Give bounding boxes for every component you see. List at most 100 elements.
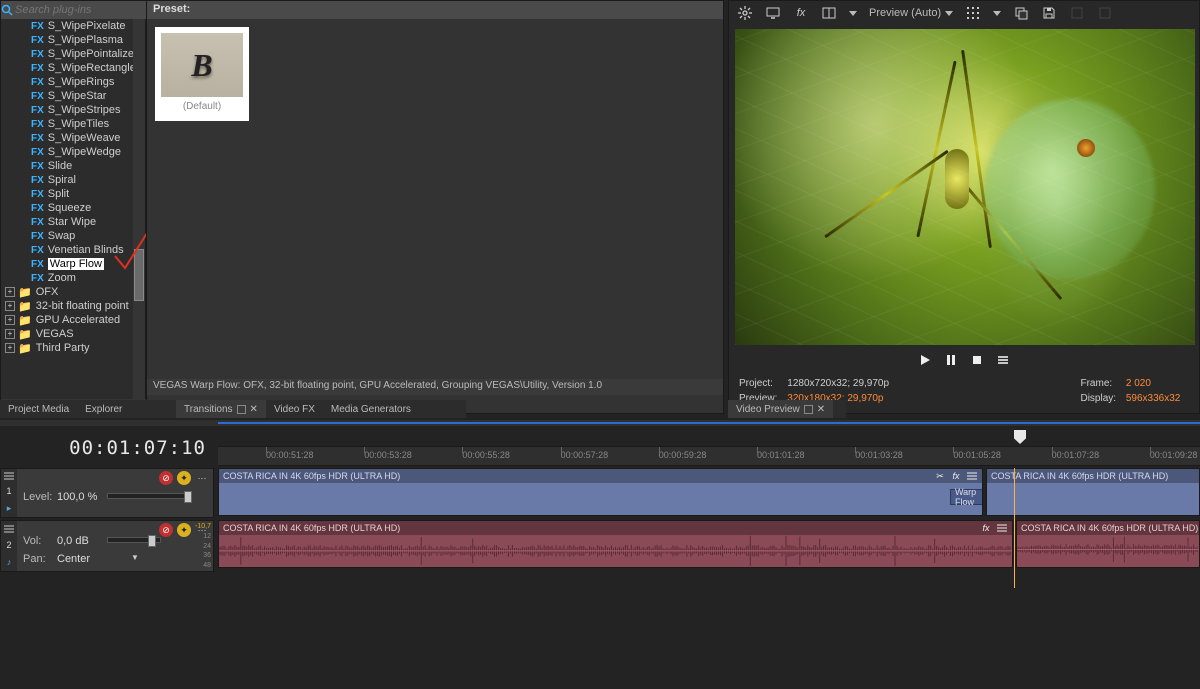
folder-icon: 📁 bbox=[18, 286, 32, 299]
track-index-audio[interactable]: 2♪ bbox=[1, 521, 17, 571]
audio-clip-1[interactable]: COSTA RICA IN 4K 60fps HDR (ULTRA HD) fx bbox=[218, 520, 1013, 568]
video-clip-2[interactable]: COSTA RICA IN 4K 60fps HDR (ULTRA HD) bbox=[986, 468, 1200, 516]
plugin-vscroll-thumb[interactable] bbox=[134, 249, 144, 301]
stop-button[interactable] bbox=[969, 352, 985, 368]
automation-icon[interactable]: ✦ bbox=[177, 523, 191, 537]
fx-item-slide[interactable]: FXSlide bbox=[1, 159, 135, 173]
fx-item-spiral[interactable]: FXSpiral bbox=[1, 173, 135, 187]
timecode-display[interactable]: 00:01:07:10 bbox=[18, 430, 214, 466]
timeline-marker[interactable] bbox=[1014, 430, 1026, 444]
fx-item-s-wipepixelate[interactable]: FXS_WipePixelate bbox=[1, 19, 135, 33]
folder-gpu-accelerated[interactable]: +📁GPU Accelerated bbox=[1, 313, 135, 327]
track-index-video[interactable]: 1▸ bbox=[1, 469, 17, 517]
fx-icon[interactable]: fx bbox=[793, 5, 809, 21]
fx-item-s-wiperings[interactable]: FXS_WipeRings bbox=[1, 75, 135, 89]
ruler-label: 00:01:07:28 bbox=[1052, 450, 1100, 460]
expand-icon[interactable]: + bbox=[5, 287, 15, 297]
plugin-vscrollbar[interactable] bbox=[133, 19, 145, 399]
clip-menu-icon[interactable] bbox=[996, 522, 1008, 534]
fx-item-split[interactable]: FXSplit bbox=[1, 187, 135, 201]
waveform bbox=[219, 535, 1012, 567]
save-icon[interactable] bbox=[1041, 5, 1057, 21]
dropdown-icon[interactable] bbox=[849, 11, 857, 16]
fx-item-swap[interactable]: FXSwap bbox=[1, 229, 135, 243]
fx-prefix-icon: FX bbox=[31, 147, 44, 158]
close-icon[interactable]: ✕ bbox=[817, 404, 825, 415]
monitor-icon[interactable] bbox=[765, 5, 781, 21]
plugin-tree[interactable]: FXS_WipePixelateFXS_WipePlasmaFXS_WipePo… bbox=[1, 19, 135, 399]
grid-icon[interactable] bbox=[965, 5, 981, 21]
track-menu-icon[interactable]: ⋯ bbox=[195, 471, 209, 485]
split-screen-icon[interactable] bbox=[821, 5, 837, 21]
vol-slider[interactable] bbox=[107, 537, 161, 543]
audio-track-header[interactable]: 2♪ ⊘ ✦ ⋯ Vol: 0,0 dB Pan: Center ▼ -10,7… bbox=[0, 520, 214, 572]
preset-default[interactable]: B (Default) bbox=[155, 27, 249, 121]
preview-quality-dropdown[interactable]: Preview (Auto) bbox=[869, 7, 953, 19]
expand-icon[interactable]: + bbox=[5, 315, 15, 325]
close-icon[interactable]: ✕ bbox=[250, 404, 258, 415]
chevron-down-icon[interactable] bbox=[993, 11, 1001, 16]
playhead[interactable] bbox=[1014, 468, 1015, 588]
folder-icon: 📁 bbox=[18, 314, 32, 327]
fx-item-s-wipepointalize[interactable]: FXS_WipePointalize bbox=[1, 47, 135, 61]
fx-item-squeeze[interactable]: FXSqueeze bbox=[1, 201, 135, 215]
gear-icon[interactable] bbox=[737, 5, 753, 21]
clip-fx-icon[interactable]: fx bbox=[950, 470, 962, 482]
transition-tag[interactable]: Warp Flow bbox=[950, 489, 983, 505]
folder-32-bit-floating-point[interactable]: +📁32-bit floating point bbox=[1, 299, 135, 313]
crop-icon[interactable]: ✂ bbox=[934, 470, 946, 482]
video-track-header[interactable]: 1▸ ⊘ ✦ ⋯ Level: 100,0 % bbox=[0, 468, 214, 518]
fx-item-s-wipetiles[interactable]: FXS_WipeTiles bbox=[1, 117, 135, 131]
bypass-fx-icon[interactable]: ⊘ bbox=[159, 523, 173, 537]
fx-item-venetian-blinds[interactable]: FXVenetian Blinds bbox=[1, 243, 135, 257]
clip-menu-icon[interactable] bbox=[966, 470, 978, 482]
folder-ofx[interactable]: +📁OFX bbox=[1, 285, 135, 299]
folder-vegas[interactable]: +📁VEGAS bbox=[1, 327, 135, 341]
fx-item-s-wiperectangle[interactable]: FXS_WipeRectangle bbox=[1, 61, 135, 75]
tab-transitions[interactable]: Transitions ✕ bbox=[176, 400, 266, 418]
timeline-range-bar[interactable] bbox=[218, 422, 1200, 424]
fx-item-s-wipewedge[interactable]: FXS_WipeWedge bbox=[1, 145, 135, 159]
search-input[interactable] bbox=[13, 3, 160, 17]
expand-icon[interactable]: + bbox=[5, 329, 15, 339]
automation-icon[interactable]: ✦ bbox=[177, 471, 191, 485]
timeline-ruler[interactable]: 00:00:51:2800:00:53:2800:00:55:2800:00:5… bbox=[218, 446, 1200, 466]
hamburger-icon[interactable] bbox=[995, 352, 1011, 368]
folder-third-party[interactable]: +📁Third Party bbox=[1, 341, 135, 355]
fx-item-s-wipestripes[interactable]: FXS_WipeStripes bbox=[1, 103, 135, 117]
preview-display[interactable] bbox=[735, 29, 1195, 345]
fx-item-s-wipestar[interactable]: FXS_WipeStar bbox=[1, 89, 135, 103]
tab-video-fx[interactable]: Video FX bbox=[266, 400, 323, 418]
pause-button[interactable] bbox=[943, 352, 959, 368]
fx-item-star-wipe[interactable]: FXStar Wipe bbox=[1, 215, 135, 229]
level-value: 100,0 % bbox=[57, 491, 97, 503]
tab-video-preview-label: Video Preview bbox=[736, 404, 800, 415]
expand-icon[interactable]: + bbox=[5, 301, 15, 311]
maximize-icon[interactable] bbox=[804, 405, 813, 414]
fx-prefix-icon: FX bbox=[31, 91, 44, 102]
fx-item-warp-flow[interactable]: FXWarp Flow bbox=[1, 257, 135, 271]
tab-media-generators[interactable]: Media Generators bbox=[323, 400, 419, 418]
bypass-motion-icon[interactable]: ⊘ bbox=[159, 471, 173, 485]
left-tabs: Project Media Explorer bbox=[0, 400, 176, 418]
maximize-icon[interactable] bbox=[237, 405, 246, 414]
tab-project-media[interactable]: Project Media bbox=[0, 400, 77, 418]
level-slider[interactable] bbox=[107, 493, 191, 499]
play-button[interactable] bbox=[917, 352, 933, 368]
tab-explorer[interactable]: Explorer bbox=[77, 400, 130, 418]
audio-clip-2[interactable]: COSTA RICA IN 4K 60fps HDR (ULTRA HD) bbox=[1016, 520, 1200, 568]
video-clip-1[interactable]: COSTA RICA IN 4K 60fps HDR (ULTRA HD) ✂ … bbox=[218, 468, 983, 516]
frame-label: Frame: bbox=[1080, 377, 1123, 390]
pan-dropdown-icon[interactable]: ▼ bbox=[131, 553, 139, 562]
tab-video-preview[interactable]: Video Preview ✕ bbox=[728, 400, 833, 418]
copy-icon[interactable] bbox=[1013, 5, 1029, 21]
level-label: Level: bbox=[23, 491, 52, 503]
preset-header: Preset: bbox=[147, 1, 723, 19]
expand-icon[interactable]: + bbox=[5, 343, 15, 353]
fx-item-s-wipeweave[interactable]: FXS_WipeWeave bbox=[1, 131, 135, 145]
fx-item-zoom[interactable]: FXZoom bbox=[1, 271, 135, 285]
fx-item-s-wipeplasma[interactable]: FXS_WipePlasma bbox=[1, 33, 135, 47]
project-value: 1280x720x32; 29,970p bbox=[787, 377, 899, 390]
fx-prefix-icon: FX bbox=[31, 203, 44, 214]
clip-fx-icon[interactable]: fx bbox=[980, 522, 992, 534]
